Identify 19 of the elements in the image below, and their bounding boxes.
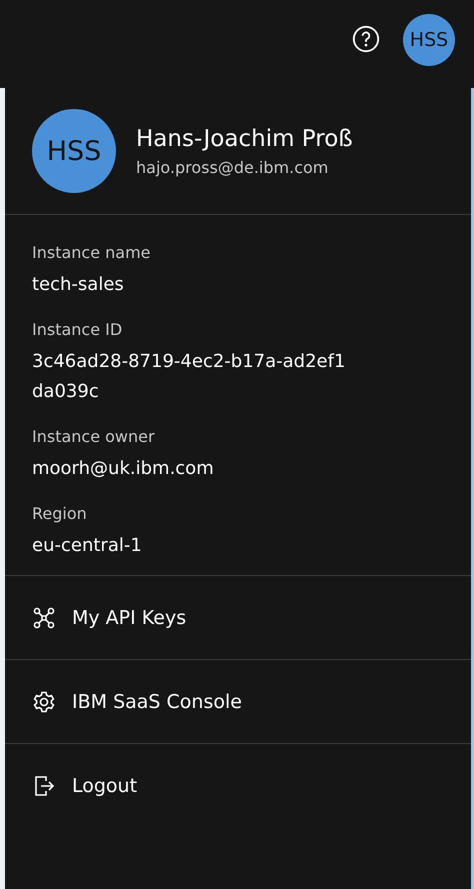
profile-avatar: HSS bbox=[32, 109, 116, 193]
field-value: 3c46ad28-8719-4ec2-b17a-ad2ef1da039c bbox=[32, 350, 346, 404]
field-value: eu-central-1 bbox=[32, 534, 143, 558]
field-label: Region bbox=[32, 504, 88, 523]
gear-icon bbox=[32, 690, 56, 714]
menu-item[interactable]: My API Keys bbox=[5, 576, 471, 660]
field-label: Instance ID bbox=[32, 320, 124, 339]
field-label: Instance owner bbox=[32, 427, 156, 446]
field-value: tech-sales bbox=[32, 273, 125, 297]
network-nodes-icon bbox=[32, 606, 56, 630]
user-name: Hans-Joachim Proß bbox=[136, 126, 353, 152]
logout-icon bbox=[32, 774, 56, 798]
help-icon[interactable] bbox=[351, 24, 381, 54]
user-avatar[interactable]: HSS bbox=[403, 14, 455, 66]
field-value: moorh@uk.ibm.com bbox=[32, 457, 215, 481]
field-label: Instance name bbox=[32, 243, 152, 262]
menu-item[interactable]: Logout bbox=[5, 744, 471, 827]
menu-item[interactable]: IBM SaaS Console bbox=[5, 660, 471, 744]
user-email: hajo.pross@de.ibm.com bbox=[136, 158, 330, 176]
